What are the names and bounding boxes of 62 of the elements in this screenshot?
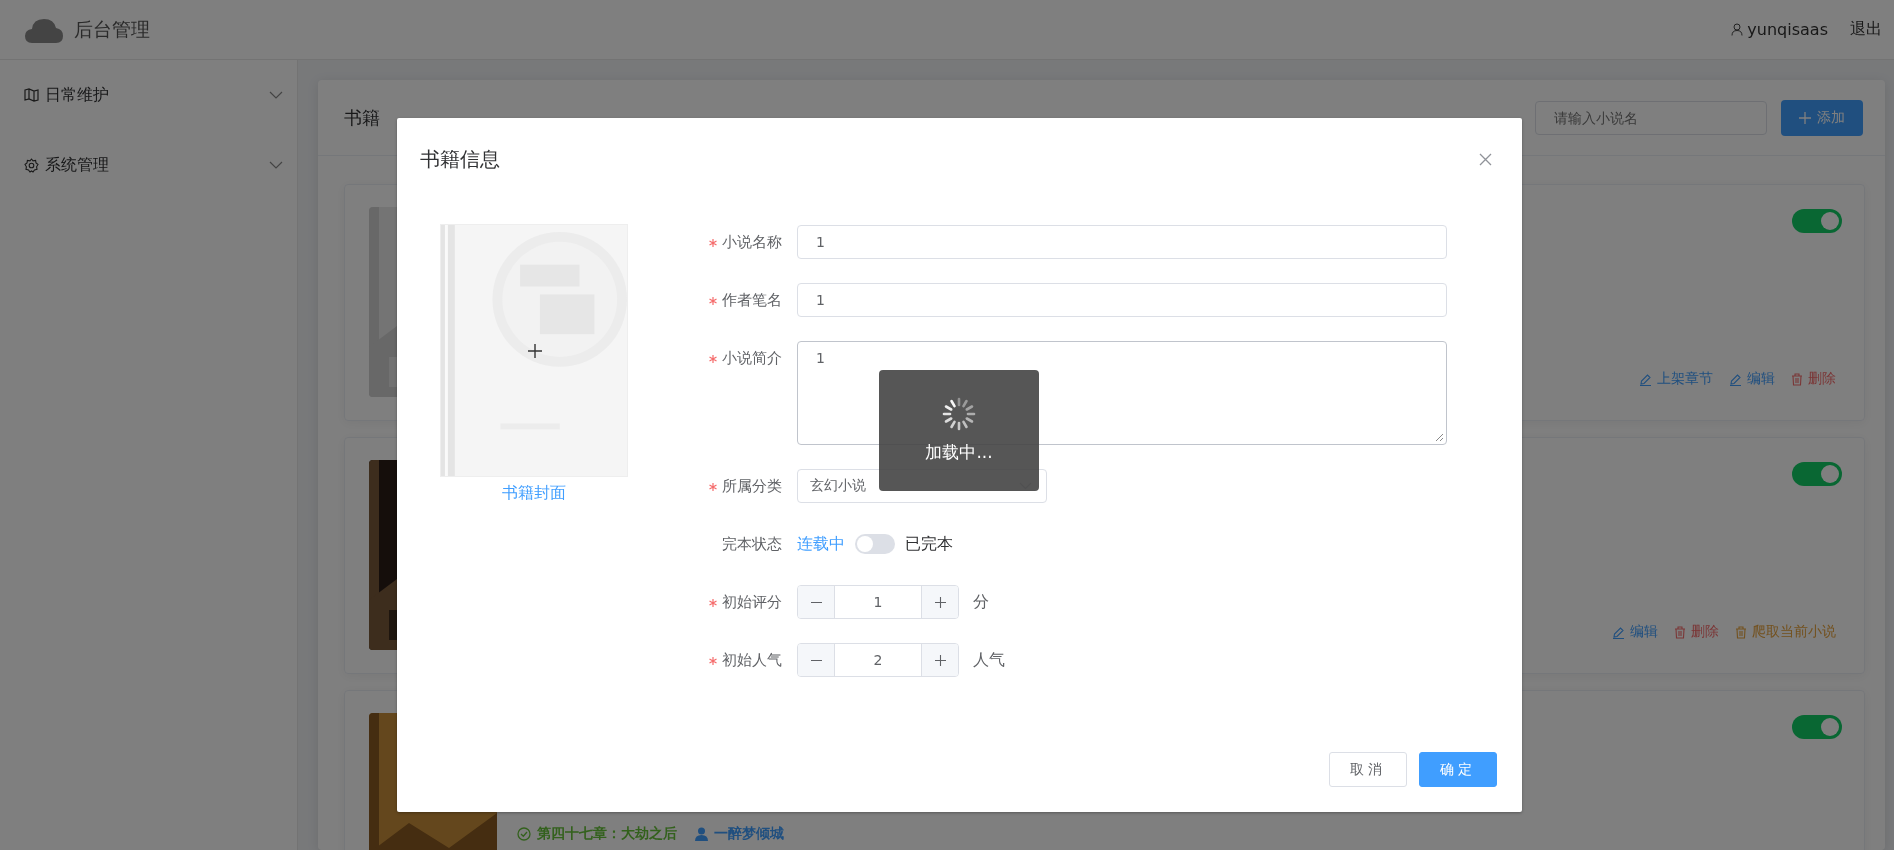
cancel-button[interactable]: 取消 bbox=[1329, 752, 1407, 787]
plus-icon bbox=[528, 344, 542, 358]
unit-label: 人气 bbox=[973, 649, 1005, 671]
number-input[interactable]: 1 bbox=[797, 585, 959, 619]
plus-button[interactable] bbox=[921, 644, 958, 676]
panel-title: 书籍 bbox=[344, 105, 380, 130]
switch-label: 连载中 bbox=[797, 533, 845, 555]
required-asterisk-icon bbox=[709, 483, 717, 491]
trash-icon bbox=[1735, 625, 1747, 639]
cover-label[interactable]: 书籍封面 bbox=[502, 483, 566, 504]
toggle-switch[interactable] bbox=[1792, 462, 1842, 486]
plus-button[interactable] bbox=[921, 586, 958, 618]
trash-icon bbox=[1791, 372, 1803, 386]
search-field[interactable]: 请输入小说名 bbox=[1535, 100, 1767, 135]
minus-button[interactable] bbox=[798, 644, 835, 676]
required-asterisk-icon bbox=[709, 239, 717, 247]
trash-icon bbox=[1674, 625, 1686, 639]
pencil-icon bbox=[1612, 625, 1625, 639]
toggle-switch[interactable] bbox=[1792, 209, 1842, 233]
resize-handle-icon[interactable] bbox=[1434, 432, 1444, 442]
dialog-title: 书籍信息 bbox=[420, 146, 500, 173]
field-label: 小说名称 bbox=[628, 225, 797, 259]
required-asterisk-icon bbox=[709, 599, 717, 607]
plus-icon bbox=[1799, 111, 1811, 124]
field-label: 小说简介 bbox=[628, 341, 797, 375]
toggle-switch[interactable] bbox=[855, 534, 895, 554]
pencil-icon bbox=[1639, 372, 1652, 386]
field-label: 初始人气 bbox=[628, 643, 797, 677]
plus-icon bbox=[934, 654, 946, 666]
map-icon bbox=[24, 88, 39, 102]
minus-button[interactable] bbox=[798, 586, 835, 618]
latest-chapter: 第四十七章：大劫之后 bbox=[517, 825, 677, 843]
confirm-button[interactable]: 确定 bbox=[1419, 752, 1497, 787]
field-label: 完本状态 bbox=[721, 534, 783, 555]
field-label: 作者笔名 bbox=[628, 283, 797, 317]
user-name[interactable]: yunqisaas bbox=[1747, 20, 1828, 39]
input-field[interactable]: 1 bbox=[797, 283, 1447, 317]
required-asterisk-icon bbox=[709, 657, 717, 665]
field-label: 初始评分 bbox=[628, 585, 797, 619]
author-name: 一醉梦倾城 bbox=[714, 825, 784, 843]
required-asterisk-icon bbox=[709, 297, 717, 305]
person-icon bbox=[695, 827, 708, 841]
pencil-icon bbox=[1729, 372, 1742, 386]
unit-label: 分 bbox=[973, 591, 989, 613]
sidebar-item[interactable]: 系统管理 bbox=[0, 130, 297, 200]
plus-icon bbox=[934, 596, 946, 608]
check-circle-icon bbox=[517, 827, 531, 841]
field-label: 所属分类 bbox=[628, 469, 797, 503]
chevron-down-icon bbox=[269, 161, 283, 169]
number-input[interactable]: 2 bbox=[797, 643, 959, 677]
switch-label: 已完本 bbox=[905, 533, 953, 555]
chevron-down-icon bbox=[269, 91, 283, 99]
sidebar-item[interactable]: 日常维护 bbox=[0, 60, 297, 130]
toggle-switch[interactable] bbox=[1792, 715, 1842, 739]
input-field[interactable]: 1 bbox=[797, 225, 1447, 259]
spinner-icon bbox=[942, 397, 976, 431]
logout-link[interactable]: 退出 bbox=[1850, 19, 1882, 40]
close-icon[interactable] bbox=[1479, 153, 1492, 166]
app-title: 后台管理 bbox=[74, 16, 150, 42]
required-asterisk-icon bbox=[709, 355, 717, 363]
user-icon bbox=[1731, 23, 1744, 36]
gear-icon bbox=[24, 157, 39, 173]
